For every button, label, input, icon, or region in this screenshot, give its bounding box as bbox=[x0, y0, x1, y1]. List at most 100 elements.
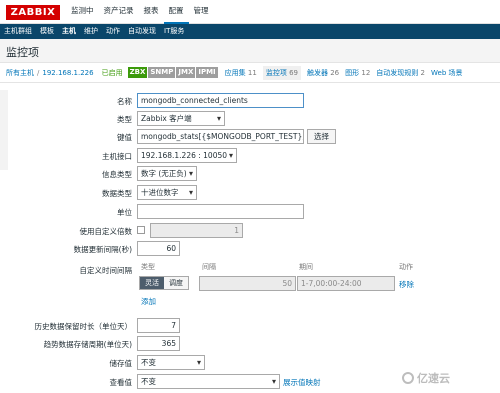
history-label: 历史数据保留时长（单位天） bbox=[34, 322, 133, 331]
page-header: 监控项 bbox=[0, 39, 500, 63]
key-select-button[interactable]: 选择 bbox=[307, 129, 336, 144]
multiplier-row: 使用自定义倍数 1 bbox=[0, 223, 500, 239]
name-row: 名称 mongodb_connected_clients bbox=[0, 93, 500, 109]
subnav-it-services[interactable]: IT服务 bbox=[160, 24, 188, 39]
zbx-availability-badge: ZBX bbox=[127, 67, 148, 78]
tab-web-scenarios[interactable]: Web 场景 bbox=[431, 68, 463, 78]
name-label: 名称 bbox=[117, 97, 132, 106]
remove-interval-link[interactable]: 移除 bbox=[399, 279, 414, 290]
update-interval-label: 数据更新间隔(秒) bbox=[73, 245, 132, 254]
toggle-scheduling[interactable]: 调度 bbox=[164, 277, 188, 289]
tab-triggers-label: 触发器 bbox=[306, 68, 328, 77]
history-field[interactable]: 7 bbox=[137, 318, 180, 333]
history-row: 历史数据保留时长（单位天） 7 bbox=[0, 318, 500, 334]
multiplier-label: 使用自定义倍数 bbox=[79, 227, 133, 236]
units-field[interactable] bbox=[137, 204, 304, 219]
subnav-maintenance[interactable]: 维护 bbox=[80, 24, 102, 39]
store-value-row: 储存值 不变 bbox=[0, 355, 500, 371]
trends-field[interactable]: 365 bbox=[137, 336, 180, 351]
update-interval-row: 数据更新间隔(秒) 60 bbox=[0, 241, 500, 257]
trends-row: 趋势数据存储周期(单位天) 365 bbox=[0, 336, 500, 352]
sub-nav-bar: 主机群组 模板 主机 维护 动作 自动发现 IT服务 bbox=[0, 24, 500, 39]
show-value-label: 查看值 bbox=[109, 378, 133, 387]
host-link[interactable]: 192.168.1.226 bbox=[42, 69, 93, 77]
tab-items-count: 69 bbox=[289, 68, 298, 77]
tab-discovery-rules-label: 自动发现规则 bbox=[376, 68, 419, 77]
info-type-select[interactable]: 数字 (无正负) bbox=[137, 166, 197, 181]
watermark: 亿速云 bbox=[402, 370, 450, 386]
toggle-flexible[interactable]: 灵活 bbox=[140, 277, 164, 289]
tab-discovery-rules-count: 2 bbox=[420, 68, 425, 77]
custom-intervals-table: 类型 间隔 期间 动作 灵活 调度 50 1-7,00:00-24:00 移除 … bbox=[137, 262, 417, 312]
data-type-row: 数据类型 十进位数字 bbox=[0, 185, 500, 201]
tab-applications-label: 应用集 bbox=[224, 68, 246, 77]
store-value-label: 储存值 bbox=[109, 359, 133, 368]
col-period-header: 期间 bbox=[299, 263, 313, 271]
interface-label: 主机接口 bbox=[102, 152, 132, 161]
tab-graphs-count: 12 bbox=[361, 68, 371, 77]
show-value-select[interactable]: 不变 bbox=[137, 374, 280, 389]
breadcrumb-separator: / bbox=[37, 68, 40, 77]
nav-inventory[interactable]: 资产记录 bbox=[99, 0, 139, 24]
key-label: 键值 bbox=[117, 133, 132, 142]
nav-configuration[interactable]: 配置 bbox=[163, 0, 189, 24]
store-value-select[interactable]: 不变 bbox=[137, 355, 205, 370]
flex-period-field[interactable]: 1-7,00:00-24:00 bbox=[297, 276, 395, 291]
interface-row: 主机接口 192.168.1.226 : 10050 bbox=[0, 148, 500, 164]
info-type-label: 信息类型 bbox=[102, 170, 132, 179]
type-select[interactable]: Zabbix 客户端 bbox=[137, 111, 225, 126]
tab-items-label: 监控项 bbox=[265, 68, 287, 77]
subnav-hosts[interactable]: 主机 bbox=[58, 24, 80, 39]
watermark-text: 亿速云 bbox=[417, 372, 450, 385]
top-bar: ZABBIX 监测中 资产记录 报表 配置 管理 bbox=[0, 0, 500, 24]
subnav-actions[interactable]: 动作 bbox=[102, 24, 124, 39]
ipmi-availability-badge: IPMI bbox=[196, 67, 218, 78]
multiplier-field: 1 bbox=[150, 223, 243, 238]
subnav-templates[interactable]: 模板 bbox=[36, 24, 58, 39]
custom-intervals-label: 自定义时间间隔 bbox=[79, 266, 133, 275]
tab-web-scenarios-label: Web 场景 bbox=[431, 68, 463, 77]
page-title: 监控项 bbox=[6, 46, 39, 59]
top-nav: 监测中 资产记录 报表 配置 管理 bbox=[66, 0, 214, 24]
col-interval-header: 间隔 bbox=[202, 263, 216, 271]
interval-type-toggle: 灵活 调度 bbox=[139, 276, 189, 290]
nav-monitoring[interactable]: 监测中 bbox=[66, 0, 99, 24]
type-row: 类型 Zabbix 客户端 bbox=[0, 111, 500, 127]
tab-applications[interactable]: 应用集 11 bbox=[225, 68, 257, 78]
multiplier-checkbox[interactable] bbox=[137, 226, 145, 234]
tab-graphs[interactable]: 图形 12 bbox=[345, 68, 370, 78]
flex-interval-field[interactable]: 50 bbox=[199, 276, 296, 291]
add-interval-link[interactable]: 添加 bbox=[141, 296, 156, 307]
col-type-header: 类型 bbox=[141, 263, 155, 271]
interface-select[interactable]: 192.168.1.226 : 10050 bbox=[137, 148, 237, 163]
tab-triggers[interactable]: 触发器 26 bbox=[307, 68, 339, 78]
update-interval-field[interactable]: 60 bbox=[137, 241, 180, 256]
show-value-mapping-link[interactable]: 展示值映射 bbox=[283, 377, 321, 388]
data-type-select[interactable]: 十进位数字 bbox=[137, 185, 197, 200]
tab-items[interactable]: 监控项 69 bbox=[262, 65, 301, 80]
type-label: 类型 bbox=[117, 115, 132, 124]
all-hosts-link[interactable]: 所有主机 bbox=[6, 68, 34, 78]
data-type-label: 数据类型 bbox=[102, 189, 132, 198]
tab-applications-count: 11 bbox=[247, 68, 257, 77]
tab-triggers-count: 26 bbox=[330, 68, 340, 77]
units-row: 单位 bbox=[0, 204, 500, 220]
subnav-host-groups[interactable]: 主机群组 bbox=[0, 24, 36, 39]
tab-graphs-label: 图形 bbox=[345, 68, 360, 77]
key-row: 键值 mongodb_stats[{$MONGODB_PORT_TEST},co… bbox=[0, 129, 500, 145]
units-label: 单位 bbox=[117, 208, 132, 217]
zabbix-logo[interactable]: ZABBIX bbox=[6, 5, 60, 20]
snmp-availability-badge: SNMP bbox=[148, 67, 176, 78]
host-navigation-bar: 所有主机 / 192.168.1.226 已启用 ZBX SNMP JMX IP… bbox=[0, 63, 500, 83]
col-action-header: 动作 bbox=[399, 263, 413, 271]
nav-reports[interactable]: 报表 bbox=[139, 0, 164, 24]
trends-label: 趋势数据存储周期(单位天) bbox=[43, 340, 132, 349]
nav-administration[interactable]: 管理 bbox=[189, 0, 214, 24]
key-field[interactable]: mongodb_stats[{$MONGODB_PORT_TEST},con bbox=[137, 129, 304, 144]
watermark-logo-icon bbox=[402, 372, 414, 384]
tab-discovery-rules[interactable]: 自动发现规则 2 bbox=[376, 68, 425, 78]
jmx-availability-badge: JMX bbox=[176, 67, 196, 78]
subnav-discovery[interactable]: 自动发现 bbox=[124, 24, 160, 39]
name-field[interactable]: mongodb_connected_clients bbox=[137, 93, 304, 108]
host-status-enabled[interactable]: 已启用 bbox=[102, 68, 123, 78]
